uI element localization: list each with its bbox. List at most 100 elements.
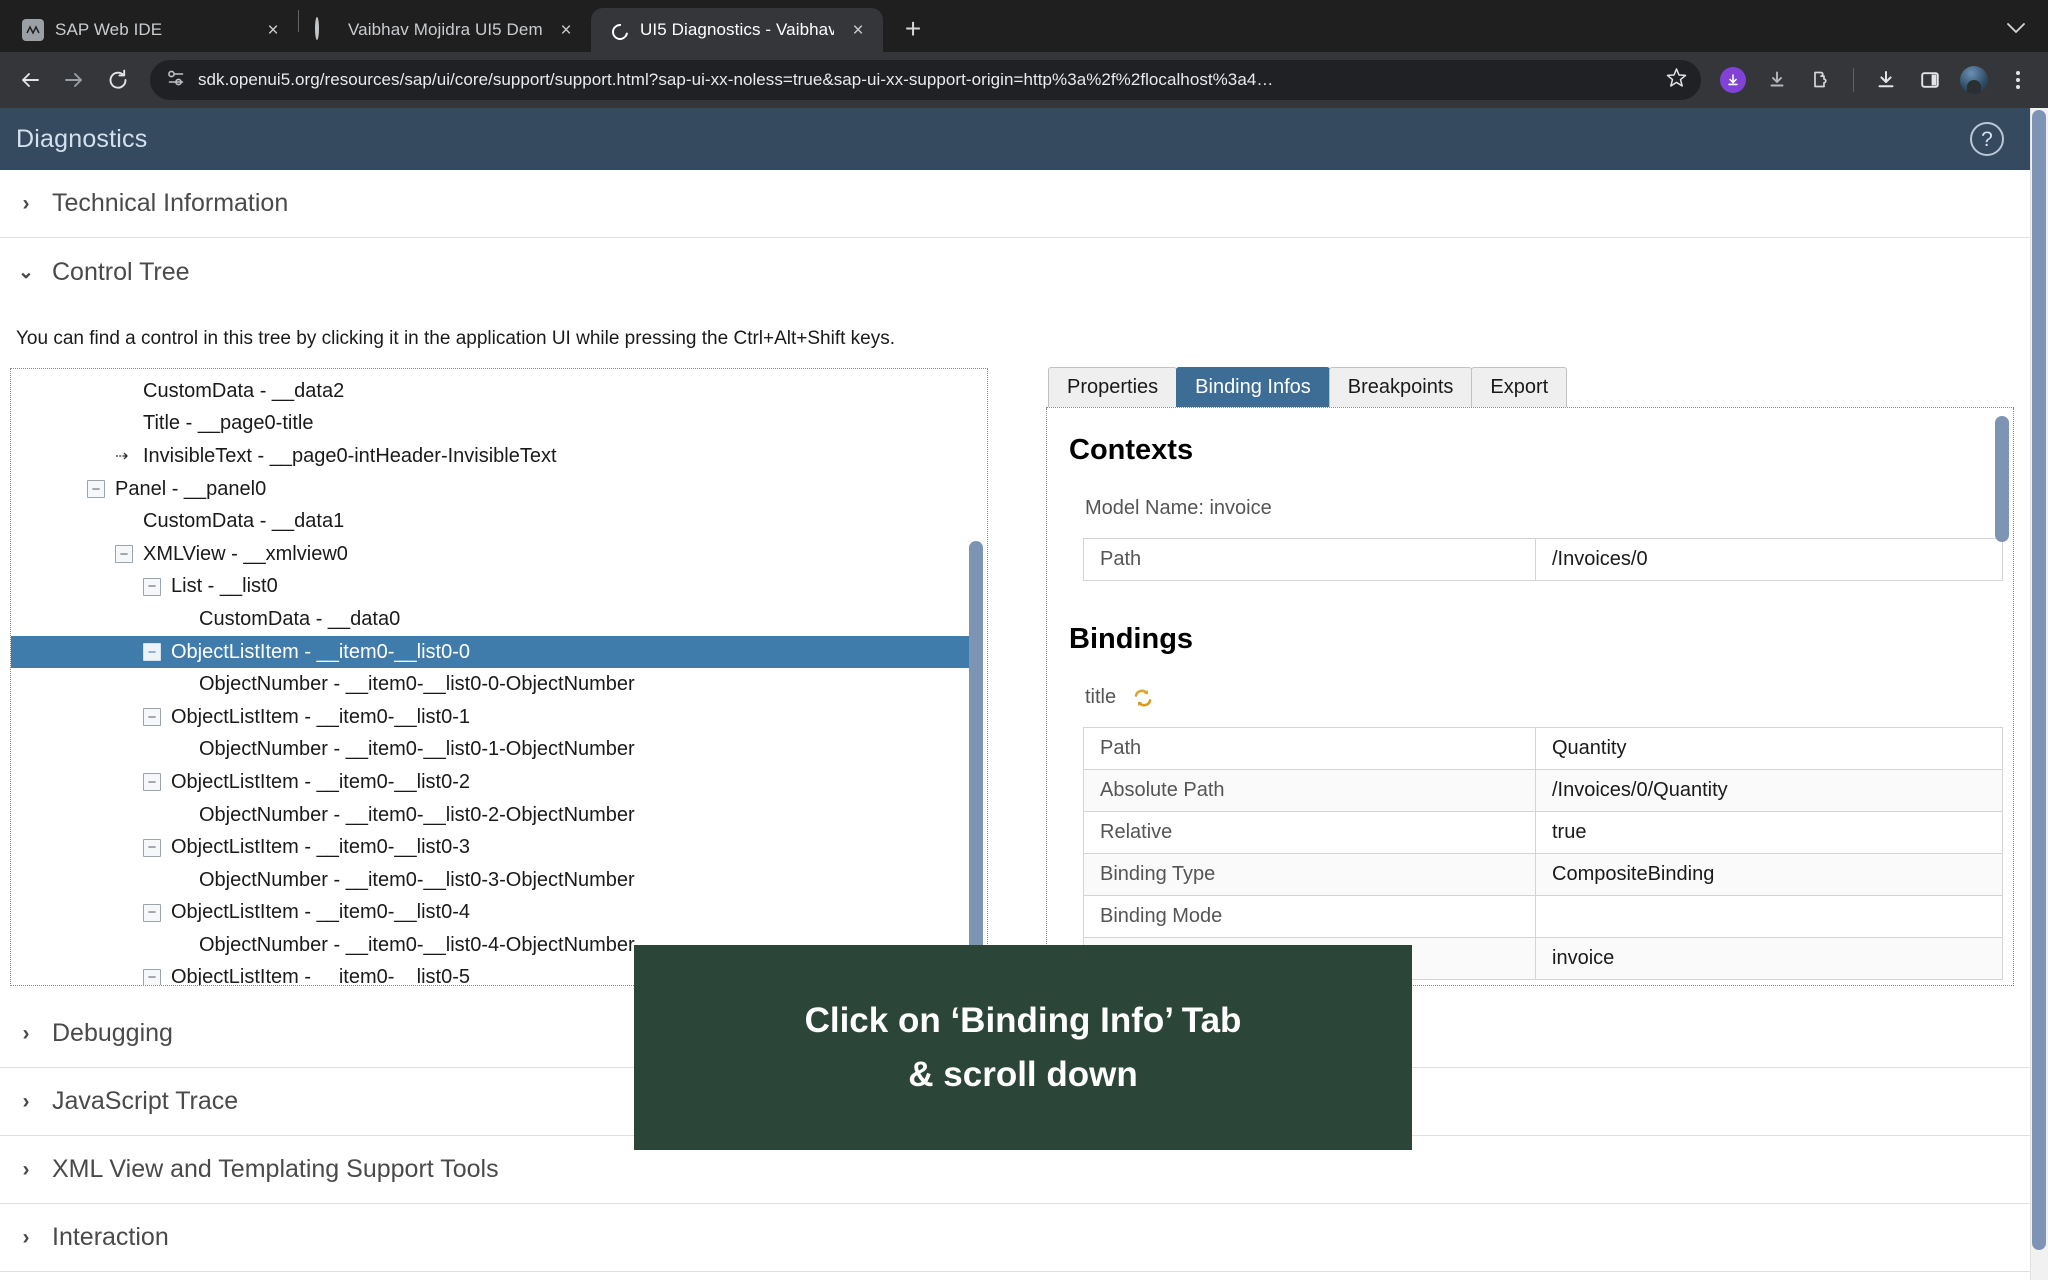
- browser-tab-2[interactable]: UI5 Diagnostics - Vaibhav Mo ×: [591, 8, 883, 52]
- control-tree-row[interactable]: ObjectNumber - __item0-__list0-3-ObjectN…: [11, 864, 987, 897]
- tab-export[interactable]: Export: [1471, 367, 1567, 407]
- contexts-table: Path/Invoices/0: [1083, 538, 2003, 581]
- tree-scrollbar[interactable]: [969, 541, 983, 961]
- table-cell-value: [1536, 896, 2003, 938]
- address-bar[interactable]: sdk.openui5.org/resources/sap/ui/core/su…: [150, 60, 1701, 100]
- collapse-icon[interactable]: −: [143, 578, 161, 596]
- control-tree-row[interactable]: ObjectNumber - __item0-__list0-1-ObjectN…: [11, 734, 987, 767]
- star-icon[interactable]: [1666, 67, 1687, 93]
- table-cell-value: /Invoices/0/Quantity: [1536, 770, 2003, 812]
- back-icon[interactable]: [10, 60, 50, 100]
- control-tree-row-label: ObjectNumber - __item0-__list0-1-ObjectN…: [199, 738, 635, 761]
- binding-property-name: title: [1085, 686, 1116, 709]
- forward-icon[interactable]: [54, 60, 94, 100]
- section-label: Technical Information: [52, 189, 288, 218]
- tab-binding-infos[interactable]: Binding Infos: [1176, 367, 1330, 407]
- tab-properties[interactable]: Properties: [1048, 367, 1177, 407]
- control-tree-row-label: ObjectListItem - __item0-__list0-2: [171, 771, 470, 794]
- collapse-icon[interactable]: −: [143, 643, 161, 661]
- section-label: Control Tree: [52, 258, 190, 287]
- binding-entry-header: title: [1085, 686, 1983, 709]
- install-icon[interactable]: [1757, 60, 1797, 100]
- collapse-icon[interactable]: −: [143, 773, 161, 791]
- page-scrollbar-thumb[interactable]: [2032, 110, 2046, 1250]
- collapse-icon[interactable]: −: [143, 708, 161, 726]
- download-badge-icon[interactable]: [1713, 60, 1753, 100]
- control-tree-row[interactable]: −Panel - __panel0: [11, 473, 987, 506]
- side-panel-icon[interactable]: [1910, 60, 1950, 100]
- table-row: PathQuantity: [1084, 728, 2003, 770]
- globe-icon: [315, 19, 337, 41]
- control-tree-row[interactable]: −ObjectListItem - __item0-__list0-1: [11, 701, 987, 734]
- control-tree-row[interactable]: −List - __list0: [11, 571, 987, 604]
- close-icon[interactable]: ×: [260, 17, 286, 43]
- close-icon[interactable]: ×: [845, 17, 871, 43]
- downloads-icon[interactable]: [1866, 60, 1906, 100]
- control-tree-row-label: InvisibleText - __page0-intHeader-Invisi…: [143, 445, 557, 468]
- table-cell-value: invoice: [1536, 938, 2003, 980]
- browser-tab-label: Vaibhav Mojidra UI5 Demo: [348, 20, 542, 40]
- control-tree-row-label: CustomData - __data1: [143, 510, 344, 533]
- control-tree-row-label: CustomData - __data2: [143, 380, 344, 403]
- control-tree-row[interactable]: −ObjectListItem - __item0-__list0-3: [11, 831, 987, 864]
- detail-scrollbar-thumb[interactable]: [1995, 416, 2009, 542]
- control-tree-row[interactable]: −ObjectListItem - __item0-__list0-0: [11, 636, 973, 669]
- control-tree-row[interactable]: ObjectNumber - __item0-__list0-2-ObjectN…: [11, 799, 987, 832]
- detail-tab-content: Contexts Model Name: invoice Path/Invoic…: [1046, 408, 2014, 986]
- page-scrollbar[interactable]: [2030, 108, 2048, 1280]
- control-tree-panel[interactable]: CustomData - __data2 Title - __page0-titl…: [10, 368, 988, 986]
- collapse-icon[interactable]: −: [143, 969, 161, 986]
- section-technical-information[interactable]: › Technical Information: [0, 170, 2030, 238]
- control-tree-row[interactable]: ⇢InvisibleText - __page0-intHeader-Invis…: [11, 440, 987, 473]
- chevron-down-icon[interactable]: [1994, 6, 2038, 50]
- control-tree-row-label: XMLView - __xmlview0: [143, 543, 348, 566]
- section-label: Debugging: [52, 1019, 173, 1048]
- site-settings-icon[interactable]: [166, 68, 186, 93]
- bindings-table: PathQuantityAbsolute Path/Invoices/0/Qua…: [1083, 727, 2003, 980]
- extensions-icon[interactable]: [1801, 60, 1841, 100]
- chevron-right-icon: ›: [18, 1022, 34, 1046]
- control-tree-row-label: ObjectListItem - __item0-__list0-0: [171, 641, 470, 664]
- control-tree-row[interactable]: −XMLView - __xmlview0: [11, 538, 987, 571]
- control-tree-row-label: ObjectNumber - __item0-__list0-0-ObjectN…: [199, 673, 635, 696]
- more-menu-icon[interactable]: [1998, 60, 2038, 100]
- control-tree-row[interactable]: Title - __page0-title: [11, 408, 987, 441]
- close-icon[interactable]: ×: [553, 17, 579, 43]
- callout-line-2: & scroll down: [908, 1051, 1137, 1098]
- control-tree-row[interactable]: −ObjectListItem - __item0-__list0-4: [11, 897, 987, 930]
- control-tree-row[interactable]: ObjectNumber - __item0-__list0-0-ObjectN…: [11, 668, 987, 701]
- instruction-callout: Click on ‘Binding Info’ Tab & scroll dow…: [634, 945, 1412, 1150]
- contexts-model-name: Model Name: invoice: [1085, 497, 1983, 520]
- control-tree-row[interactable]: CustomData - __data2: [11, 375, 987, 408]
- control-tree-row[interactable]: −ObjectListItem - __item0-__list0-2: [11, 766, 987, 799]
- control-tree-row[interactable]: CustomData - __data0: [11, 603, 987, 636]
- control-tree-row-label: ObjectNumber - __item0-__list0-4-ObjectN…: [199, 934, 635, 957]
- section-interaction[interactable]: › Interaction: [0, 1204, 2030, 1272]
- collapse-icon[interactable]: −: [143, 839, 161, 857]
- control-tree-hint: You can find a control in this tree by c…: [0, 306, 2030, 368]
- browser-tab-1[interactable]: Vaibhav Mojidra UI5 Demo ×: [299, 8, 591, 52]
- chevron-right-icon: ›: [18, 192, 34, 216]
- profile-avatar[interactable]: [1954, 60, 1994, 100]
- control-tree-row-label: ObjectListItem - __item0-__list0-4: [171, 901, 470, 924]
- help-icon[interactable]: ?: [1970, 122, 2004, 156]
- table-cell-value: Quantity: [1536, 728, 2003, 770]
- toolbar-divider: [1853, 68, 1854, 92]
- tab-strip: SAP Web IDE × Vaibhav Mojidra UI5 Demo ×…: [0, 0, 2048, 52]
- control-tree-row-label: ObjectListItem - __item0-__list0-1: [171, 706, 470, 729]
- collapse-icon[interactable]: −: [115, 545, 133, 563]
- tab-breakpoints[interactable]: Breakpoints: [1329, 367, 1473, 407]
- table-row: Absolute Path/Invoices/0/Quantity: [1084, 770, 2003, 812]
- chevron-right-icon: ›: [18, 1090, 34, 1114]
- control-tree-row-label: ObjectListItem - __item0-__list0-5: [171, 966, 470, 986]
- new-tab-button[interactable]: +: [893, 9, 933, 49]
- browser-tab-0[interactable]: SAP Web IDE ×: [6, 8, 298, 52]
- control-tree-row[interactable]: CustomData - __data1: [11, 505, 987, 538]
- tree-scrollbar-thumb[interactable]: [969, 541, 983, 961]
- collapse-icon[interactable]: −: [143, 904, 161, 922]
- reload-icon[interactable]: [98, 60, 138, 100]
- section-label: Interaction: [52, 1223, 169, 1252]
- collapse-icon[interactable]: −: [87, 480, 105, 498]
- chevron-right-icon: ›: [18, 1226, 34, 1250]
- section-control-tree[interactable]: ⌄ Control Tree: [0, 238, 2030, 306]
